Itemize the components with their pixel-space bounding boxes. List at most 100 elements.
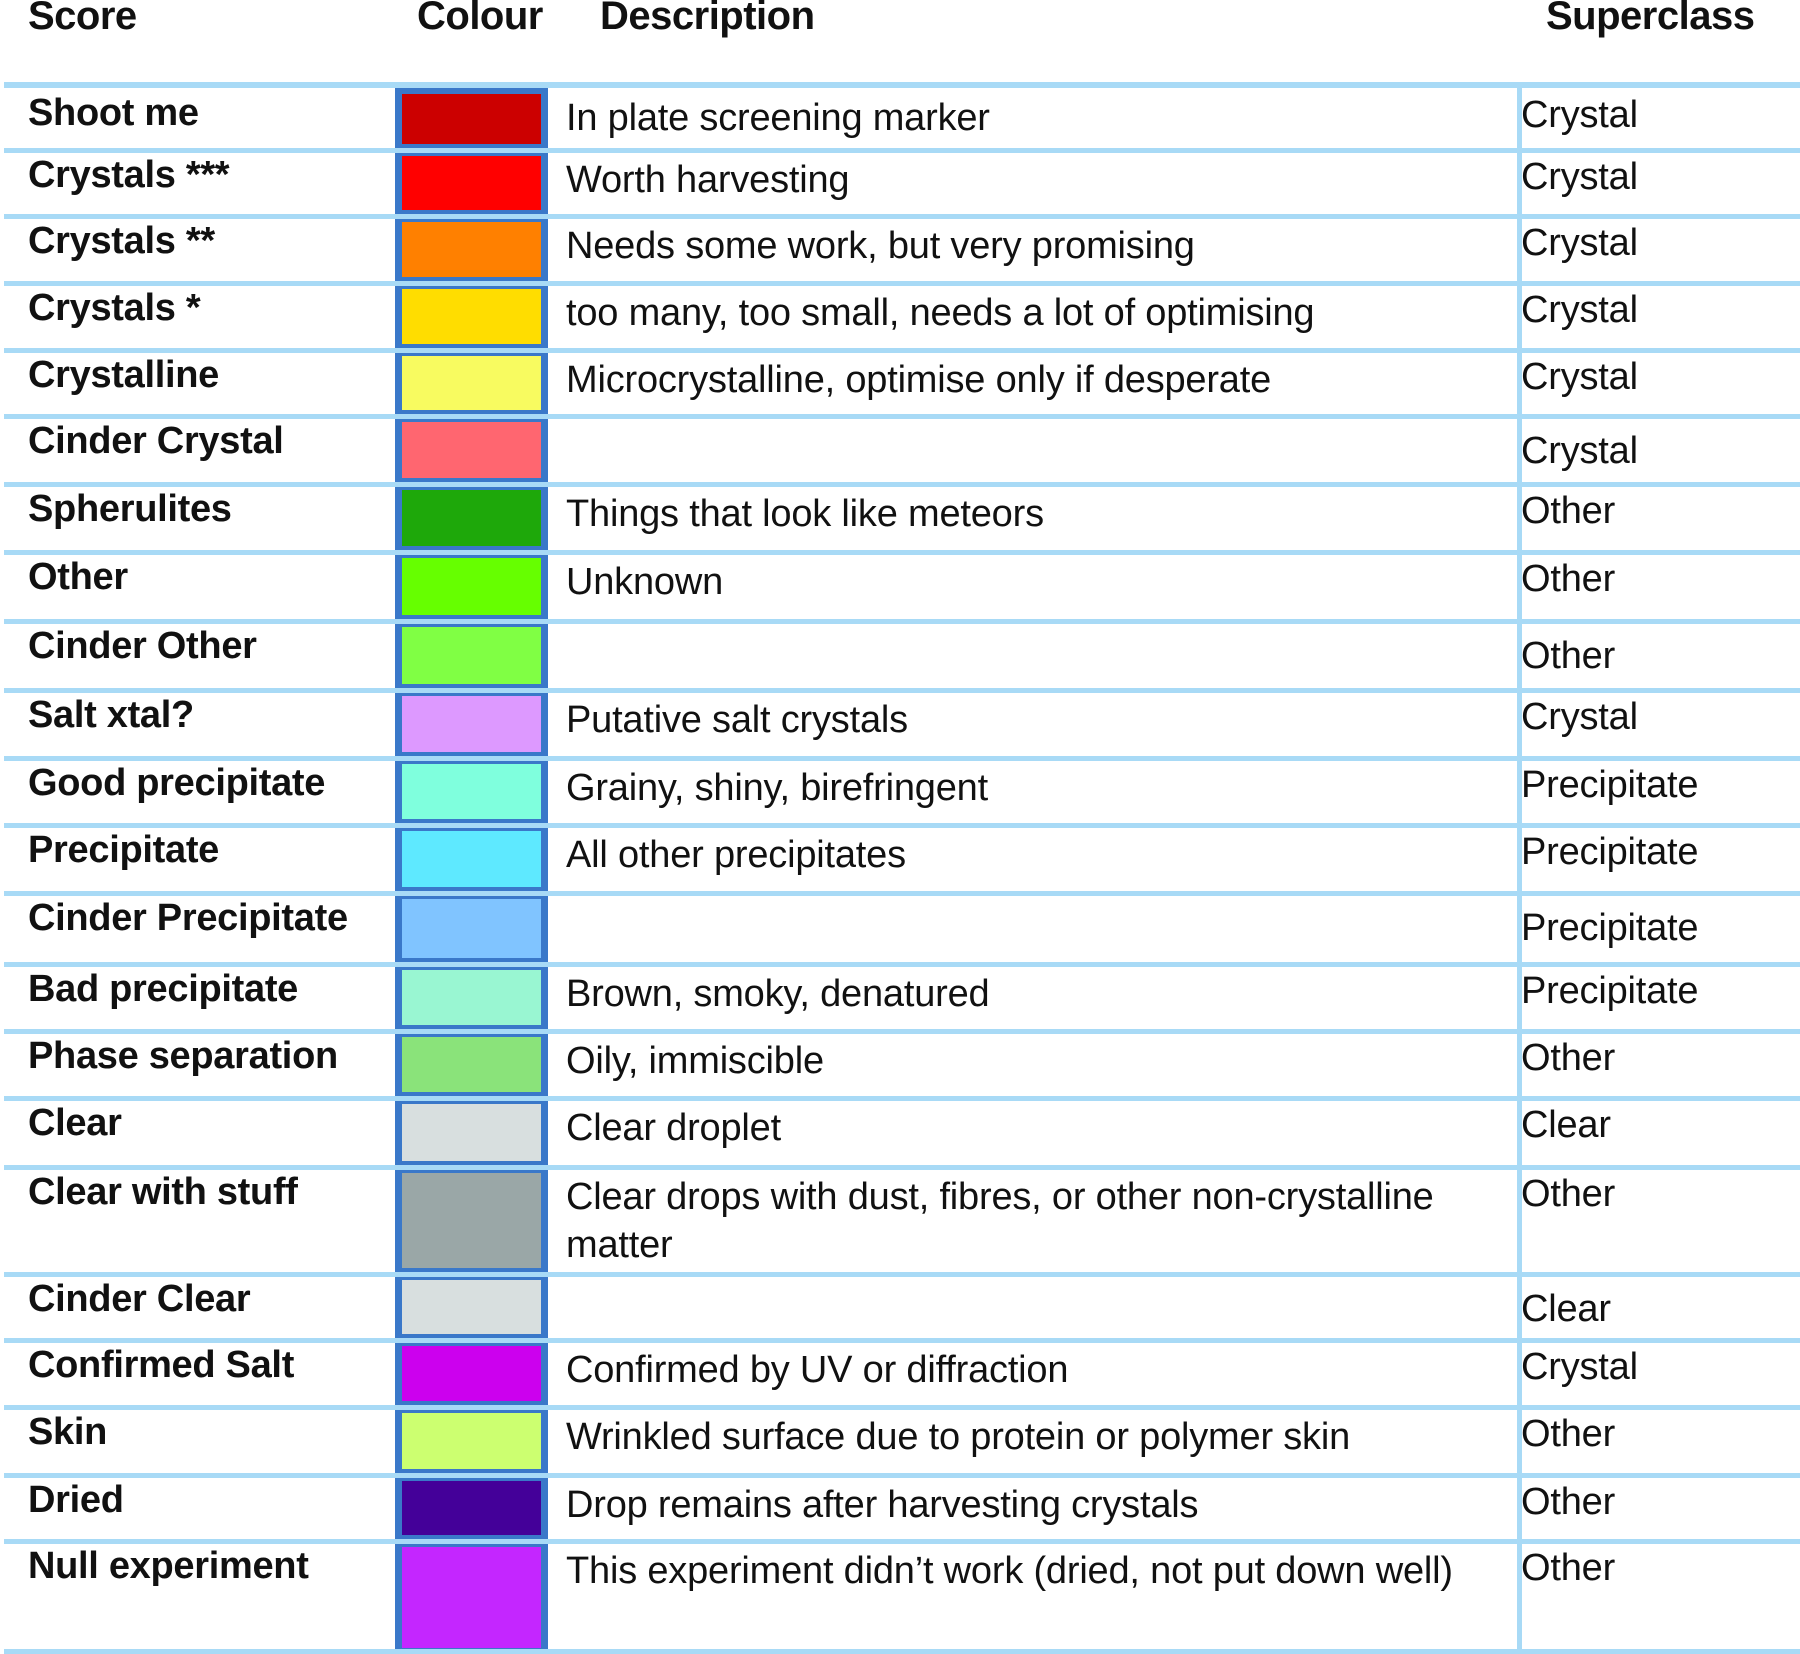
table-row: Other Unknown Other <box>0 552 1800 621</box>
description: Brown, smoky, denatured <box>566 973 990 1015</box>
table-row: Crystals *** Worth harvesting Crystal <box>0 150 1800 216</box>
score-name: Cinder Crystal <box>28 420 284 462</box>
superclass: Crystal <box>1521 356 1638 398</box>
score-name: Bad precipitate <box>28 968 299 1010</box>
score-name: Crystals ** <box>28 220 215 262</box>
colour-swatch <box>402 490 541 546</box>
description: Oily, immiscible <box>566 1040 824 1082</box>
colour-swatch <box>402 899 541 958</box>
description: All other precipitates <box>566 834 906 876</box>
superclass: Precipitate <box>1521 764 1699 806</box>
colour-swatch <box>402 1547 541 1648</box>
description: This experiment didn’t work (dried, not … <box>566 1550 1453 1592</box>
description: Wrinkled surface due to protein or polym… <box>566 1416 1351 1458</box>
colour-swatch <box>402 558 541 615</box>
colour-swatch <box>402 289 541 344</box>
description: Clear drops with dust, fibres, or other … <box>566 1176 1434 1266</box>
table-row: Clear Clear droplet Clear <box>0 1098 1800 1167</box>
header-description: Description <box>600 0 815 38</box>
description: Microcrystalline, optimise only if despe… <box>566 359 1272 401</box>
score-name: Phase separation <box>28 1035 338 1077</box>
score-name: Salt xtal? <box>28 694 194 736</box>
superclass: Crystal <box>1521 156 1638 198</box>
score-name: Crystals * <box>28 287 201 329</box>
colour-swatch <box>402 627 541 684</box>
colour-swatch <box>402 156 541 210</box>
colour-swatch <box>402 831 541 887</box>
table-row: Phase separation Oily, immiscible Other <box>0 1031 1800 1098</box>
colour-swatch <box>402 1173 541 1268</box>
description: Unknown <box>566 561 724 603</box>
description: too many, too small, needs a lot of opti… <box>566 292 1315 334</box>
score-name: Skin <box>28 1411 108 1453</box>
superclass: Other <box>1521 1481 1616 1523</box>
score-name: Shoot me <box>28 92 199 134</box>
table-row: Confirmed Salt Confirmed by UV or diffrac… <box>0 1340 1800 1407</box>
colour-swatch <box>402 356 541 410</box>
table-row: Shoot me In plate screening marker Crystal <box>0 88 1800 150</box>
superclass: Crystal <box>1521 94 1638 136</box>
table-row: Crystals ** Needs some work, but very pro… <box>0 216 1800 283</box>
table-row: Crystalline Microcrystalline, optimise on… <box>0 350 1800 416</box>
superclass: Other <box>1521 558 1616 600</box>
colour-swatch <box>402 696 541 752</box>
colour-swatch <box>402 1104 541 1161</box>
score-name: Crystals *** <box>28 154 230 196</box>
score-name: Spherulites <box>28 488 232 530</box>
description: Confirmed by UV or diffraction <box>566 1349 1069 1391</box>
table-row: Good precipitate Grainy, shiny, birefring… <box>0 758 1800 825</box>
header-score: Score <box>28 0 137 38</box>
superclass: Crystal <box>1521 696 1638 738</box>
table-row: Salt xtal? Putative salt crystals Crystal <box>0 690 1800 758</box>
description: Putative salt crystals <box>566 699 908 741</box>
score-name: Precipitate <box>28 829 220 871</box>
table-row: Spherulites Things that look like meteors… <box>0 484 1800 552</box>
colour-swatch <box>402 1481 541 1535</box>
description: Clear droplet <box>566 1107 781 1149</box>
score-name: Cinder Clear <box>28 1278 251 1320</box>
table-row: Cinder Other Other <box>0 621 1800 690</box>
colour-swatch <box>402 1346 541 1401</box>
superclass: Other <box>1521 1547 1616 1589</box>
colour-swatch <box>402 1280 541 1334</box>
score-name: Confirmed Salt <box>28 1344 295 1386</box>
description: Things that look like meteors <box>566 493 1044 535</box>
score-name: Null experiment <box>28 1545 309 1587</box>
table-row: Dried Drop remains after harvesting cryst… <box>0 1475 1800 1541</box>
superclass: Other <box>1521 1173 1616 1215</box>
superclass: Other <box>1521 1413 1616 1455</box>
colour-swatch <box>402 222 541 277</box>
superclass: Precipitate <box>1521 831 1699 873</box>
table-row: Null experiment This experiment didn’t wo… <box>0 1541 1800 1654</box>
table-row: Cinder Crystal Crystal <box>0 416 1800 484</box>
colour-swatch <box>402 422 541 478</box>
description: Grainy, shiny, birefringent <box>566 767 988 809</box>
superclass: Precipitate <box>1521 907 1699 949</box>
superclass: Other <box>1521 490 1616 532</box>
header-colour: Colour <box>417 0 543 38</box>
score-name: Crystalline <box>28 354 220 396</box>
table-row: Skin Wrinkled surface due to protein or p… <box>0 1407 1800 1475</box>
colour-swatch <box>402 970 541 1025</box>
colour-swatch <box>402 764 541 819</box>
colour-swatch <box>402 1413 541 1469</box>
header-superclass: Superclass <box>1546 0 1755 38</box>
table-bottom-border <box>4 1649 1800 1654</box>
superclass: Other <box>1521 635 1616 677</box>
superclass: Precipitate <box>1521 970 1699 1012</box>
description: In plate screening marker <box>566 97 990 139</box>
table-row: Cinder Precipitate Precipitate <box>0 893 1800 964</box>
table-row: Precipitate All other precipitates Precipi… <box>0 825 1800 893</box>
superclass: Clear <box>1521 1288 1611 1330</box>
description: Worth harvesting <box>566 159 850 201</box>
score-name: Clear with stuff <box>28 1171 298 1213</box>
superclass: Clear <box>1521 1104 1611 1146</box>
table-row: Crystals * too many, too small, needs a l… <box>0 283 1800 350</box>
superclass: Crystal <box>1521 430 1638 472</box>
table-row: Cinder Clear Clear <box>0 1274 1800 1340</box>
description: Needs some work, but very promising <box>566 225 1195 267</box>
score-name: Cinder Precipitate <box>28 897 348 939</box>
colour-swatch <box>402 94 541 144</box>
score-name: Other <box>28 556 128 598</box>
colour-swatch <box>402 1037 541 1092</box>
